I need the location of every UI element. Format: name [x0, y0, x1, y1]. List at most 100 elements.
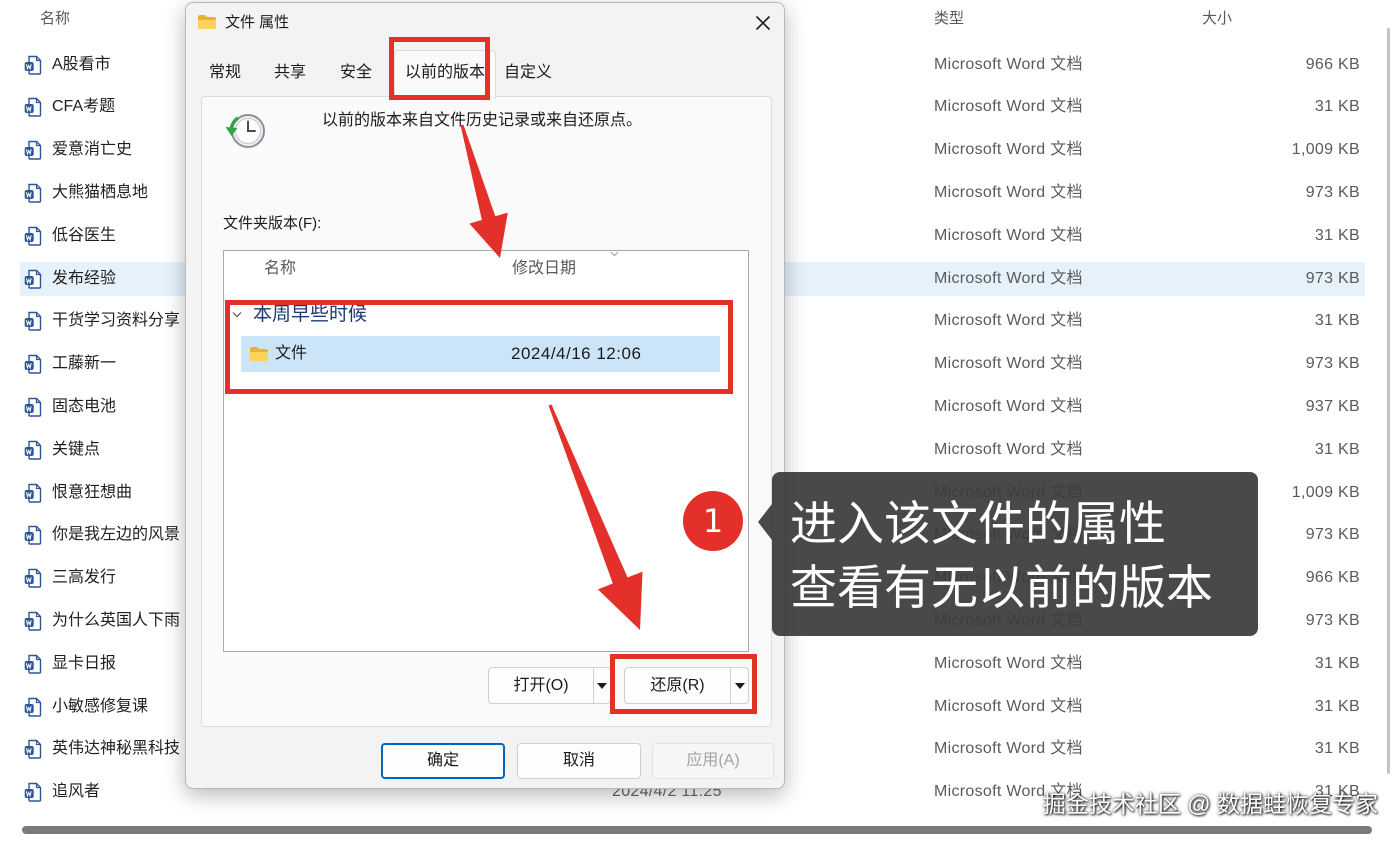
- file-type: Microsoft Word 文档: [934, 697, 1083, 715]
- version-item-modified: 2024/4/16 12:06: [511, 344, 642, 363]
- word-doc-icon: [24, 568, 42, 588]
- file-size: 937 KB: [1305, 397, 1360, 415]
- vertical-scrollbar[interactable]: [1387, 28, 1390, 774]
- open-dropdown-button[interactable]: [593, 668, 610, 703]
- file-size: 973 KB: [1305, 269, 1360, 287]
- file-type: Microsoft Word 文档: [934, 183, 1083, 201]
- tab-general[interactable]: 常规: [198, 50, 252, 99]
- file-name: 为什么英国人下雨: [52, 611, 181, 629]
- file-type: Microsoft Word 文档: [934, 226, 1083, 244]
- properties-dialog: 文件 属性 常规 共享 安全 以前的版本 自定义 以前的版本来自文件历史记录或来…: [185, 2, 785, 789]
- file-size: 973 KB: [1305, 526, 1360, 544]
- list-column-name[interactable]: 名称: [264, 257, 296, 281]
- word-doc-icon: [24, 354, 42, 374]
- cancel-button[interactable]: 取消: [517, 743, 641, 779]
- apply-button[interactable]: 应用(A): [652, 743, 774, 779]
- file-type: Microsoft Word 文档: [934, 569, 1083, 587]
- restore-split-button: 还原(R): [624, 667, 749, 704]
- sort-indicator-icon: [610, 251, 619, 257]
- horizontal-scrollbar[interactable]: [22, 826, 1372, 834]
- file-name: 工藤新一: [52, 355, 117, 373]
- version-group-header[interactable]: 本周早些时候: [253, 302, 367, 328]
- word-doc-icon: [24, 183, 42, 203]
- file-size: 31 KB: [1314, 312, 1360, 330]
- word-doc-icon: [24, 654, 42, 674]
- file-size: 1,009 KB: [1291, 483, 1360, 501]
- dropdown-arrow-icon: [597, 682, 607, 689]
- folder-icon: [249, 346, 269, 362]
- file-type: Microsoft Word 文档: [934, 355, 1083, 373]
- file-size: 31 KB: [1314, 654, 1360, 672]
- word-doc-icon: [24, 140, 42, 160]
- word-doc-icon: [24, 269, 42, 289]
- file-type: Microsoft Word 文档: [934, 611, 1083, 629]
- file-type: Microsoft Word 文档: [934, 141, 1083, 159]
- column-header-type[interactable]: 类型: [934, 0, 964, 38]
- file-name: 固态电池: [52, 397, 117, 415]
- file-size: 1,009 KB: [1291, 141, 1360, 159]
- file-type: Microsoft Word 文档: [934, 440, 1083, 458]
- previous-versions-clock-icon: [223, 109, 267, 153]
- close-icon[interactable]: [754, 14, 772, 32]
- file-name: 恨意狂想曲: [52, 483, 133, 501]
- file-size: 31 KB: [1314, 98, 1360, 116]
- word-doc-icon: [24, 483, 42, 503]
- file-type: Microsoft Word 文档: [934, 483, 1083, 501]
- file-type: Microsoft Word 文档: [934, 269, 1083, 287]
- file-name: 追风者: [52, 783, 101, 801]
- file-name: 爱意消亡史: [52, 141, 133, 159]
- file-name: 低谷医生: [52, 226, 117, 244]
- file-name: 发布经验: [52, 269, 117, 287]
- chevron-down-icon[interactable]: [232, 311, 242, 318]
- file-size: 31 KB: [1314, 740, 1360, 758]
- tab-sharing[interactable]: 共享: [263, 50, 317, 99]
- file-name: 你是我左边的风景: [52, 526, 181, 544]
- folder-versions-label: 文件夹版本(F):: [223, 215, 322, 232]
- file-size: 973 KB: [1305, 355, 1360, 373]
- previous-versions-description: 以前的版本来自文件历史记录或来自还原点。: [322, 112, 643, 129]
- file-size: 31 KB: [1314, 697, 1360, 715]
- file-size: 31 KB: [1314, 783, 1360, 801]
- file-name: 显卡日报: [52, 654, 117, 672]
- tab-customize[interactable]: 自定义: [493, 50, 563, 99]
- word-doc-icon: [24, 525, 42, 546]
- file-size: 31 KB: [1314, 226, 1360, 244]
- file-type: Microsoft Word 文档: [934, 397, 1083, 415]
- file-name: A股看市: [52, 55, 111, 73]
- list-column-modified[interactable]: 修改日期: [512, 257, 576, 281]
- file-name: 关键点: [52, 440, 101, 458]
- file-type: Microsoft Word 文档: [934, 740, 1083, 758]
- dropdown-arrow-icon: [734, 682, 745, 689]
- column-header-size[interactable]: 大小: [1202, 0, 1232, 38]
- tab-security[interactable]: 安全: [329, 50, 383, 99]
- word-doc-icon: [24, 397, 42, 417]
- file-size: 973 KB: [1305, 611, 1360, 629]
- file-type: Microsoft Word 文档: [934, 526, 1083, 544]
- open-button[interactable]: 打开(O): [489, 668, 593, 703]
- word-doc-icon: [24, 311, 42, 332]
- word-doc-icon: [24, 55, 42, 75]
- restore-button[interactable]: 还原(R): [625, 668, 730, 703]
- word-doc-icon: [24, 697, 42, 717]
- restore-dropdown-button[interactable]: [730, 668, 748, 703]
- file-name: 干货学习资料分享: [52, 312, 181, 330]
- ok-button[interactable]: 确定: [381, 743, 505, 779]
- file-size: 966 KB: [1305, 55, 1360, 73]
- word-doc-icon: [24, 739, 42, 760]
- word-doc-icon: [24, 97, 42, 118]
- column-header-name[interactable]: 名称: [40, 0, 70, 38]
- file-type: Microsoft Word 文档: [934, 98, 1083, 116]
- version-item-name: 文件: [275, 345, 308, 362]
- dialog-title: 文件 属性: [225, 14, 290, 31]
- file-size: 31 KB: [1314, 440, 1360, 458]
- file-name: 三高发行: [52, 569, 117, 587]
- file-name: 大熊猫栖息地: [52, 183, 149, 201]
- file-name: CFA考题: [52, 98, 116, 116]
- tab-previous-versions[interactable]: 以前的版本: [394, 50, 497, 99]
- versions-list[interactable]: 名称 修改日期 本周早些时候 文件 2024/4/16 12:06: [223, 250, 749, 652]
- file-name: 英伟达神秘黑科技: [52, 740, 181, 758]
- file-type: Microsoft Word 文档: [934, 55, 1083, 73]
- version-item[interactable]: 文件 2024/4/16 12:06: [241, 336, 720, 372]
- word-doc-icon: [24, 782, 42, 802]
- file-type: Microsoft Word 文档: [934, 654, 1083, 672]
